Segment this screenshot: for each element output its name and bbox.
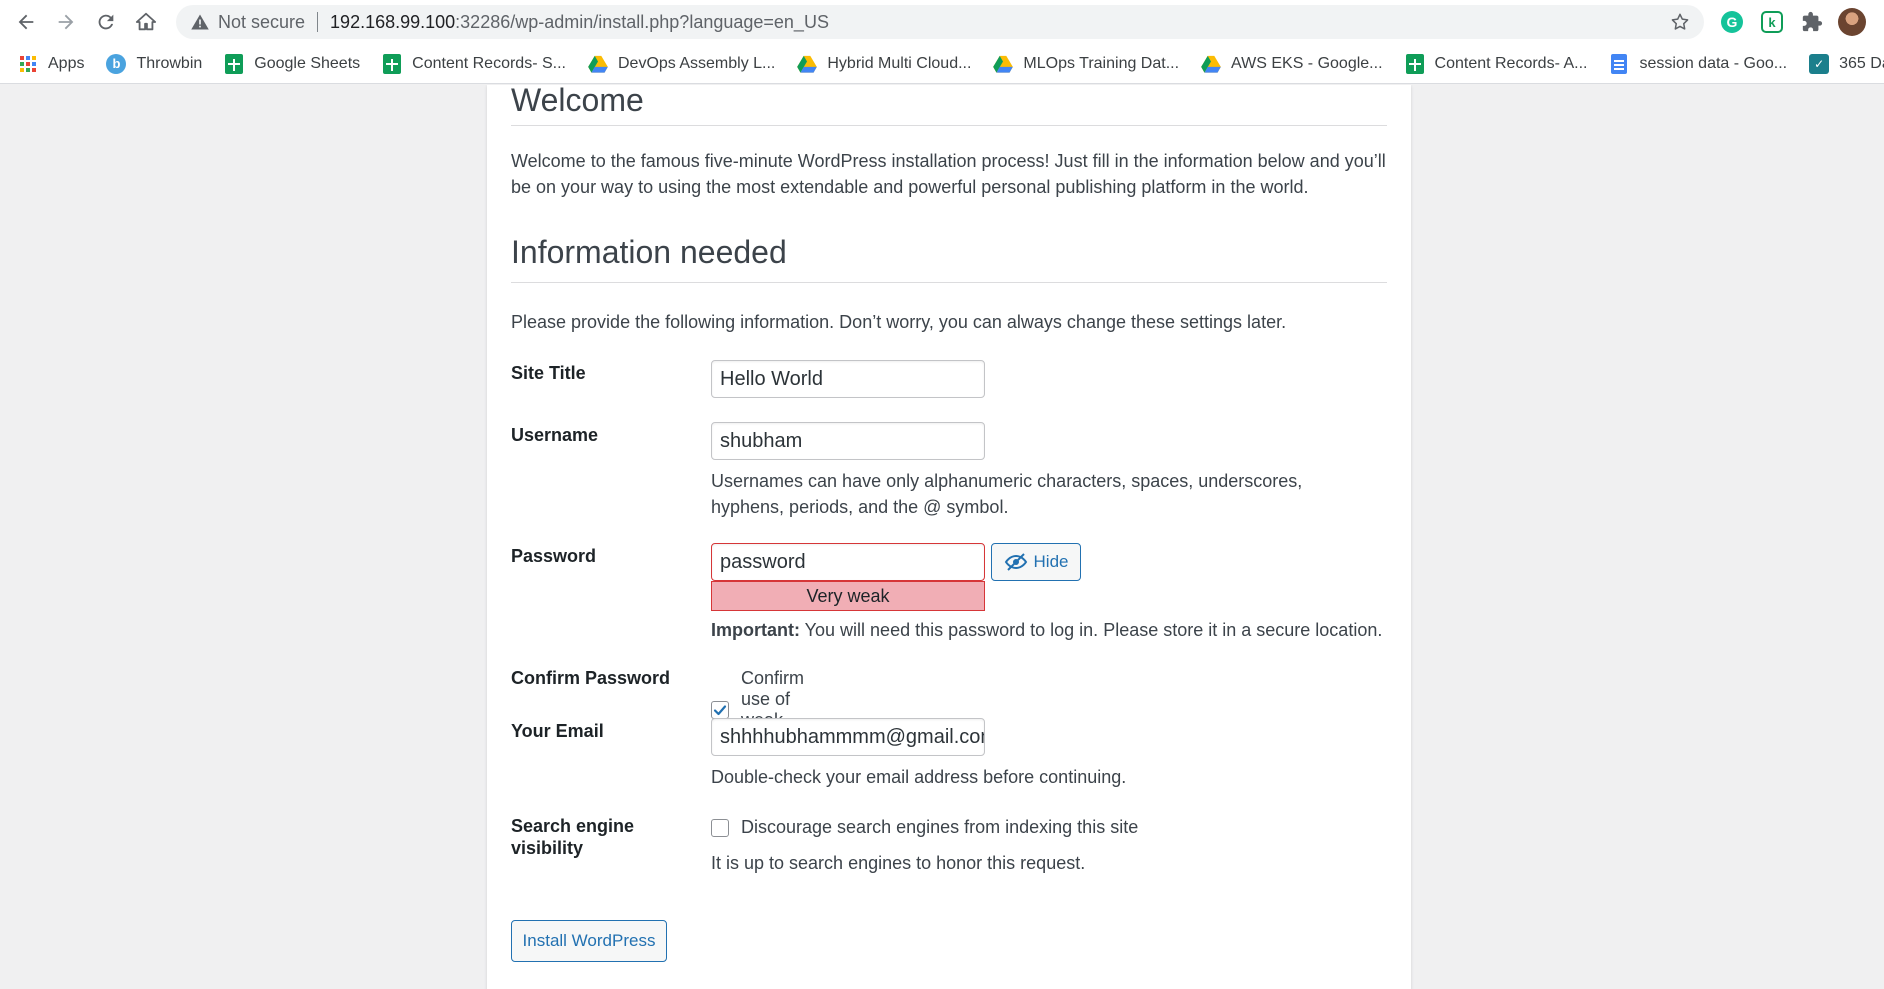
bookmark-content-records-s[interactable]: Content Records- S... [382, 53, 566, 74]
bookmark-label: AWS EKS - Google... [1231, 54, 1383, 72]
install-card: Welcome Welcome to the famous five-minut… [487, 85, 1411, 989]
url-path: :32286/wp-admin/install.php?language=en_… [455, 11, 829, 32]
home-icon [135, 12, 157, 31]
sheets-icon [224, 53, 244, 74]
extensions-area: G k [1718, 8, 1866, 36]
address-separator [317, 12, 319, 32]
bookmark-label: DevOps Assembly L... [617, 54, 776, 72]
email-label: Your Email [511, 721, 604, 741]
eye-hidden-icon [1004, 553, 1027, 571]
sheets-icon [382, 53, 402, 74]
drive-icon [993, 54, 1014, 74]
bookmark-365-data-science[interactable]: ✓ 365 Data Science [1809, 53, 1884, 74]
grammarly-icon[interactable]: G [1718, 8, 1746, 36]
bookmark-label: session data - Goo... [1639, 54, 1788, 72]
heading-divider [511, 125, 1387, 126]
confirm-weak-password-checkbox[interactable] [711, 701, 729, 719]
bookmark-label: 365 Data Science [1839, 54, 1884, 72]
throwbin-icon: b [106, 53, 127, 74]
email-help: Double-check your email address before c… [711, 767, 1127, 787]
bookmarks-bar: Apps b Throwbin Google Sheets Content Re… [0, 44, 1884, 84]
discourage-search-option[interactable]: Discourage search engines from indexing … [711, 817, 1391, 838]
bookmark-label: Throwbin [136, 54, 203, 72]
bookmark-label: Content Records- A... [1434, 54, 1588, 72]
heading-divider [511, 282, 1387, 283]
bookmark-label: Apps [48, 54, 85, 72]
profile-avatar[interactable] [1838, 8, 1866, 36]
apps-grid-icon [18, 54, 38, 74]
bookmark-label: Google Sheets [254, 54, 361, 72]
username-label: Username [511, 425, 599, 445]
security-label[interactable]: Not secure [218, 12, 305, 33]
email-field-wrap: shhhhubhammmm@gmail.com Double-check you… [711, 718, 1391, 790]
search-visibility-help: It is up to search engines to honor this… [711, 853, 1086, 873]
welcome-heading: Welcome [511, 85, 644, 118]
info-heading: Information needed [511, 234, 787, 270]
bookmark-devops-assembly[interactable]: DevOps Assembly L... [588, 54, 775, 74]
info-text: Please provide the following information… [511, 312, 1287, 332]
forward-button[interactable] [46, 2, 86, 42]
search-visibility-field-wrap: Discourage search engines from indexing … [711, 817, 1391, 876]
username-input[interactable]: shubham [711, 422, 985, 460]
bookmark-content-records-a[interactable]: Content Records- A... [1405, 53, 1588, 74]
site-title-input[interactable]: Hello World [711, 360, 985, 398]
bookmark-label: Hybrid Multi Cloud... [827, 54, 972, 72]
bookmark-google-sheets[interactable]: Google Sheets [224, 53, 361, 74]
drive-icon [588, 54, 608, 74]
page-viewport: Welcome Welcome to the famous five-minut… [0, 85, 1884, 989]
password-label: Password [511, 546, 597, 566]
email-input[interactable]: shhhhubhammmm@gmail.com [711, 718, 985, 756]
welcome-text: Welcome to the famous five-minute WordPr… [511, 151, 1386, 197]
home-button[interactable] [126, 2, 166, 42]
address-bar[interactable]: Not secure 192.168.99.100:32286/wp-admin… [176, 5, 1704, 39]
important-text: You will need this password to log in. P… [800, 620, 1383, 640]
username-help: Usernames can have only alphanumeric cha… [711, 471, 1303, 517]
bookmark-hybrid-multi-cloud[interactable]: Hybrid Multi Cloud... [797, 54, 971, 74]
password-strength-meter: Very weak [711, 581, 985, 611]
bookmark-apps[interactable]: Apps [18, 54, 84, 74]
forward-arrow-icon [58, 14, 74, 30]
reload-button[interactable] [86, 2, 126, 42]
password-field-wrap: password Hide Very weak Important: You w… [711, 543, 1391, 643]
bookmark-star-icon[interactable] [1670, 12, 1690, 32]
drive-icon [797, 54, 818, 74]
bookmark-session-data[interactable]: session data - Goo... [1609, 53, 1788, 74]
password-important-note: Important: You will need this password t… [711, 617, 1391, 643]
confirm-password-label: Confirm Password [511, 668, 671, 688]
bookmark-mlops-training[interactable]: MLOps Training Dat... [993, 54, 1179, 74]
hide-button-label: Hide [1033, 552, 1069, 571]
username-field-wrap: shubham Usernames can have only alphanum… [711, 422, 1391, 520]
drive-icon [1201, 54, 1221, 74]
bookmark-label: Content Records- S... [412, 54, 566, 72]
reload-icon [98, 14, 114, 30]
important-label: Important: [711, 620, 800, 640]
search-visibility-label: Search engine visibility [511, 816, 635, 858]
warning-triangle-icon [190, 12, 210, 32]
url-host: 192.168.99.100 [330, 11, 456, 32]
bookmark-label: MLOps Training Dat... [1023, 54, 1180, 72]
sheets-icon [1405, 53, 1425, 74]
checkmark-icon [713, 705, 727, 716]
puzzle-icon[interactable] [1798, 8, 1826, 36]
back-button[interactable] [6, 2, 46, 42]
hide-password-button[interactable]: Hide [991, 543, 1081, 581]
browser-toolbar: Not secure 192.168.99.100:32286/wp-admin… [0, 0, 1884, 44]
discourage-search-text: Discourage search engines from indexing … [741, 817, 1139, 837]
docs-icon [1609, 53, 1629, 74]
back-arrow-icon [18, 14, 34, 30]
extension-k-icon[interactable]: k [1758, 8, 1786, 36]
site-title-label: Site Title [511, 363, 586, 383]
bookmark-throwbin[interactable]: b Throwbin [106, 53, 203, 74]
bookmark-aws-eks[interactable]: AWS EKS - Google... [1201, 54, 1383, 74]
365-icon: ✓ [1809, 53, 1830, 74]
discourage-search-checkbox[interactable] [711, 818, 729, 837]
site-title-field-wrap: Hello World [711, 360, 985, 398]
install-wordpress-button[interactable]: Install WordPress [511, 920, 667, 962]
url-text[interactable]: 192.168.99.100:32286/wp-admin/install.ph… [330, 12, 829, 33]
password-input[interactable]: password [711, 543, 985, 581]
